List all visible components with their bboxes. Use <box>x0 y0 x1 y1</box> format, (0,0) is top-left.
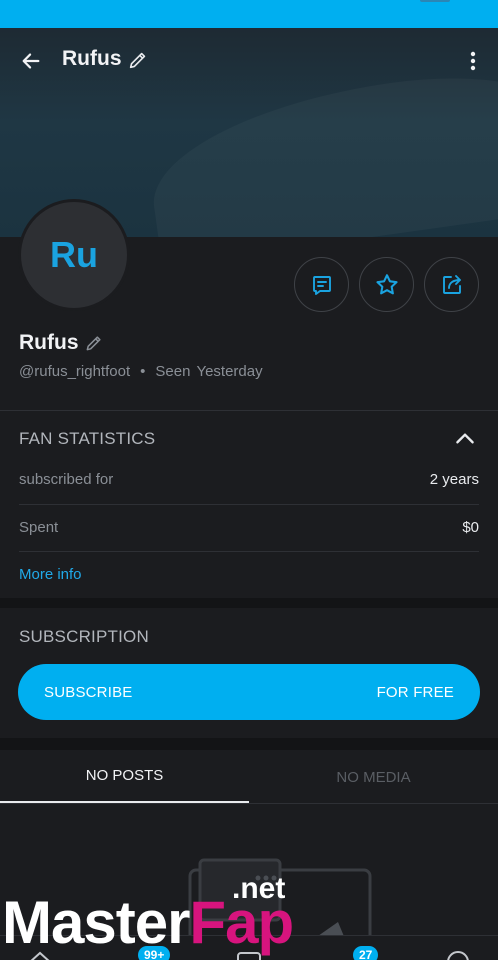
back-arrow-icon <box>22 53 40 69</box>
stat-value: 2 years <box>429 471 479 488</box>
avatar-initials: Ru <box>50 234 98 275</box>
chevron-up-icon[interactable] <box>452 426 478 452</box>
subscription-title: SUBSCRIPTION <box>19 627 149 646</box>
star-icon <box>375 273 398 294</box>
section-separator <box>0 598 498 608</box>
share-icon <box>442 274 461 294</box>
row-divider <box>19 551 479 552</box>
top-app-bar: Rufus <box>0 28 498 92</box>
seen-label: Seen <box>155 363 191 380</box>
stat-label: subscribed for <box>19 471 114 488</box>
meta-separator: • <box>140 363 146 380</box>
subscribe-label: SUBSCRIBE <box>44 683 133 701</box>
stat-value: $0 <box>462 519 479 536</box>
more-info-link[interactable]: More info <box>19 566 82 583</box>
more-options-button[interactable] <box>458 44 488 78</box>
battery-icon <box>420 0 450 2</box>
row-divider <box>19 504 479 505</box>
avatar[interactable]: Ru <box>18 199 130 311</box>
fan-statistics-title: FAN STATISTICS <box>19 429 156 448</box>
profile-meta: @rufus_rightfoot • Seen Yesterday <box>19 363 263 380</box>
back-button[interactable] <box>14 44 48 78</box>
status-bar <box>0 0 498 28</box>
share-button[interactable] <box>424 257 479 312</box>
tab-posts[interactable]: NO POSTS <box>0 750 249 804</box>
tabs-divider <box>0 803 498 804</box>
section-separator <box>0 738 498 750</box>
watermark-text-b: Fap <box>189 889 294 956</box>
subscribe-button[interactable]: SUBSCRIBE FOR FREE <box>18 664 480 720</box>
watermark-text-a: Master <box>2 889 190 956</box>
message-icon <box>312 275 331 295</box>
messages-badge: 27 <box>353 946 379 960</box>
message-button[interactable] <box>294 257 349 312</box>
stat-label: Spent <box>19 519 59 536</box>
tab-media[interactable]: NO MEDIA <box>249 750 498 804</box>
divider <box>0 410 498 411</box>
profile-nav-icon[interactable] <box>446 950 470 960</box>
profile-handle: @rufus_rightfoot <box>19 363 131 380</box>
seen-value: Yesterday <box>196 363 263 380</box>
edit-name-pencil-icon[interactable] <box>84 333 104 353</box>
pencil-icon[interactable] <box>127 49 149 71</box>
page-title: Rufus <box>62 47 122 70</box>
watermark-logo: MasterFap <box>2 888 294 957</box>
profile-name: Rufus <box>19 331 79 354</box>
more-vertical-icon <box>470 51 476 71</box>
subscribe-price: FOR FREE <box>376 683 454 701</box>
favorite-button[interactable] <box>359 257 414 312</box>
